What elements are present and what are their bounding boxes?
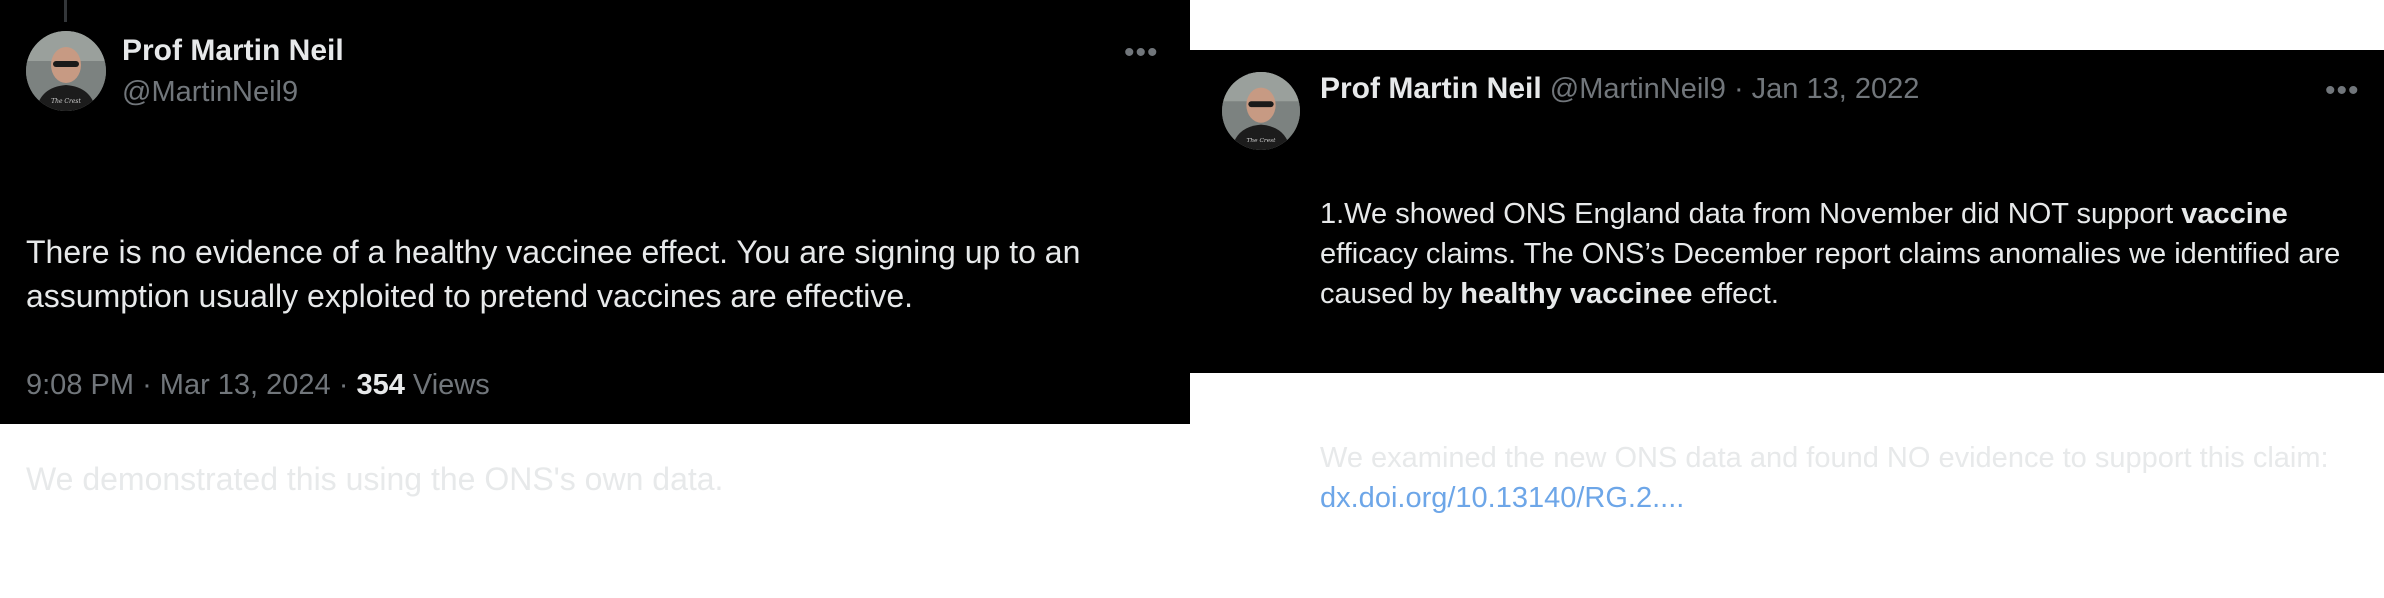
separator: · [338,369,357,401]
tweet-date[interactable]: Jan 13, 2022 [1752,73,1920,105]
author-avatar[interactable]: The Crest [26,31,106,111]
svg-text:The Crest: The Crest [1246,138,1276,144]
tweet-text: 1.We showed ONS England data from Novemb… [1320,114,2360,598]
tweet-paragraph-2: We examined the new ONS data and found N… [1320,442,2337,514]
tweet-paragraph-2: We demonstrated this using the ONS's own… [26,461,724,497]
author-name[interactable]: Prof Martin Neil [122,34,344,68]
doi-link[interactable]: dx.doi.org/10.13140/RG.2.... [1320,482,1684,514]
tweet-header: Prof Martin Neil @MartinNeil9 · Jan 13, … [1320,72,1919,106]
tweet-text: There is no evidence of a healthy vaccin… [26,142,1176,589]
avatar-image: The Crest [26,31,106,111]
separator: · [1733,73,1744,105]
tweet-time[interactable]: 9:08 PM [26,369,134,401]
avatar-image: The Crest [1222,72,1300,150]
views-label: Views [412,369,490,401]
svg-text:The Crest: The Crest [51,98,81,105]
author-name[interactable]: Prof Martin Neil [1320,72,1542,105]
more-horizontal-icon[interactable]: ••• [2325,76,2360,106]
more-horizontal-icon[interactable]: ••• [1124,38,1159,68]
views-count: 354 [356,369,405,401]
bold-text-vaccine: vaccine [2181,198,2288,230]
tweet-date[interactable]: Mar 13, 2024 [160,369,331,401]
left-tweet: The Crest Prof Martin Neil @MartinNeil9 … [0,0,1190,497]
thread-connector-line [64,0,67,22]
bold-text-healthy-vaccinee: healthy vaccinee [1460,278,1693,310]
tweet-paragraph-1: 1.We showed ONS England data from Novemb… [1320,198,2349,310]
author-avatar[interactable]: The Crest [1222,72,1300,150]
tweet-paragraph-1: There is no evidence of a healthy vaccin… [26,234,1090,314]
tweet-metadata: 9:08 PM · Mar 13, 2024 · 354 Views [26,369,490,402]
author-handle[interactable]: @MartinNeil9 [1550,73,1726,105]
quoted-tweet[interactable]: The Crest Prof Martin Neil @MartinNeil9 … [1190,50,2384,514]
author-handle[interactable]: @MartinNeil9 [122,76,298,109]
separator: · [142,369,160,401]
